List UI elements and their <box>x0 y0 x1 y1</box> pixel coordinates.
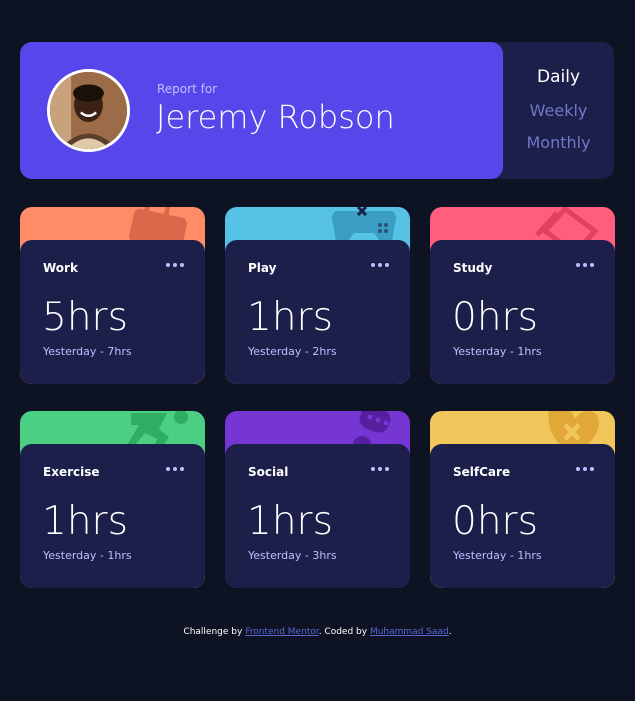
card-work: Work 5hrs Yesterday - 7hrs <box>20 207 205 384</box>
more-options-icon[interactable] <box>370 462 390 476</box>
footer: Challenge by Frontend Mentor. Coded by M… <box>0 627 635 637</box>
card-social: Social 1hrs Yesterday - 3hrs <box>225 411 410 588</box>
card-title: Exercise <box>43 465 100 479</box>
profile-card: Report for Jeremy Robson Daily Weekly Mo… <box>20 42 614 179</box>
current-hours: 1hrs <box>247 499 333 544</box>
card-body: Social 1hrs Yesterday - 3hrs <box>225 444 410 588</box>
card-body: Play 1hrs Yesterday - 2hrs <box>225 240 410 384</box>
current-hours: 0hrs <box>452 295 538 340</box>
author-link[interactable]: Muhammad Saad <box>370 627 449 637</box>
tab-weekly[interactable]: Weekly <box>503 101 614 120</box>
card-title: SelfCare <box>453 465 511 479</box>
footer-end: . <box>448 627 452 637</box>
card-play: Play 1hrs Yesterday - 2hrs <box>225 207 410 384</box>
current-hours: 0hrs <box>452 499 538 544</box>
more-options-icon[interactable] <box>575 258 595 272</box>
more-options-icon[interactable] <box>575 462 595 476</box>
current-hours: 1hrs <box>42 499 128 544</box>
previous-hours: Yesterday - 2hrs <box>248 345 337 358</box>
current-hours: 1hrs <box>247 295 333 340</box>
card-title: Social <box>248 465 289 479</box>
period-tabs: Daily Weekly Monthly <box>503 42 614 179</box>
previous-hours: Yesterday - 7hrs <box>43 345 132 358</box>
more-options-icon[interactable] <box>370 258 390 272</box>
previous-hours: Yesterday - 1hrs <box>453 345 542 358</box>
profile-header: Report for Jeremy Robson <box>20 42 503 179</box>
card-exercise: Exercise 1hrs Yesterday - 1hrs <box>20 411 205 588</box>
frontend-mentor-link[interactable]: Frontend Mentor <box>245 627 319 637</box>
previous-hours: Yesterday - 3hrs <box>248 549 337 562</box>
tab-monthly[interactable]: Monthly <box>503 133 614 152</box>
user-name: Jeremy Robson <box>156 98 395 136</box>
footer-coded-by-text: . Coded by <box>318 627 368 637</box>
footer-challenge-text: Challenge by <box>183 627 243 637</box>
card-body: Study 0hrs Yesterday - 1hrs <box>430 240 615 384</box>
current-hours: 5hrs <box>42 295 128 340</box>
card-study: Study 0hrs Yesterday - 1hrs <box>430 207 615 384</box>
avatar <box>47 69 130 152</box>
card-selfcare: SelfCare 0hrs Yesterday - 1hrs <box>430 411 615 588</box>
more-options-icon[interactable] <box>165 258 185 272</box>
previous-hours: Yesterday - 1hrs <box>43 549 132 562</box>
card-body: SelfCare 0hrs Yesterday - 1hrs <box>430 444 615 588</box>
previous-hours: Yesterday - 1hrs <box>453 549 542 562</box>
card-body: Work 5hrs Yesterday - 7hrs <box>20 240 205 384</box>
tab-daily[interactable]: Daily <box>503 67 614 87</box>
card-body: Exercise 1hrs Yesterday - 1hrs <box>20 444 205 588</box>
card-title: Work <box>43 261 78 275</box>
card-title: Study <box>453 261 493 275</box>
report-for-label: Report for <box>157 82 218 96</box>
more-options-icon[interactable] <box>165 462 185 476</box>
card-title: Play <box>248 261 277 275</box>
